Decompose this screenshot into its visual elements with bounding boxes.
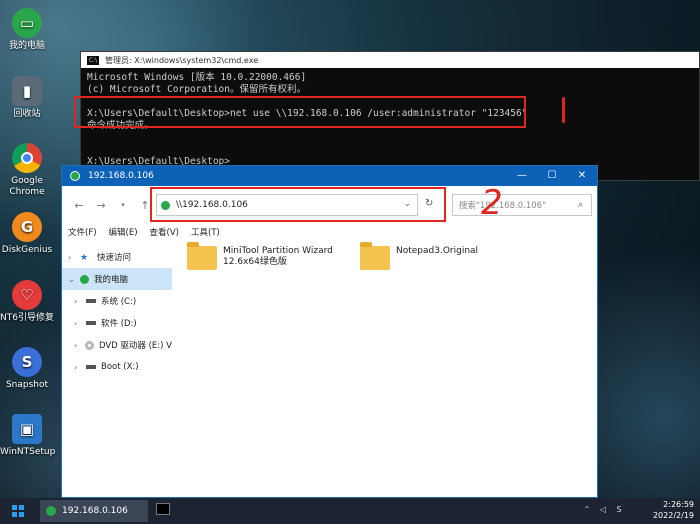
desktop-icon-winntsetup[interactable]: ▣ WinNTSetup (0, 414, 55, 458)
chevron-right-icon[interactable]: › (74, 319, 86, 328)
menu-view[interactable]: 查看(V) (150, 226, 179, 238)
search-icon: ⌕ (577, 200, 583, 210)
annotation-box-address (150, 187, 446, 222)
taskbar: 192.168.0.106 ⌃ ◁ S 2:26:59 2022/2/19 (0, 498, 700, 524)
explorer-title-bar[interactable]: 192.168.0.106 — ☐ ✕ (62, 166, 597, 186)
taskbar-item-explorer[interactable]: 192.168.0.106 (40, 500, 148, 522)
drive-icon (86, 321, 96, 325)
volume-icon[interactable]: ◁ (598, 505, 608, 515)
annotation-mark-1 (562, 97, 565, 123)
navigation-pane: › ★ 快速访问 ⌄ 我的电脑 › 系统 (C:) › 软件 (D:) › DV… (62, 246, 172, 497)
chevron-right-icon[interactable]: › (68, 253, 80, 262)
clock-date: 2022/2/19 (652, 511, 694, 520)
dvd-icon (85, 340, 94, 350)
sidebar-item-boot-x[interactable]: › Boot (X:) (62, 356, 172, 378)
winntsetup-icon: ▣ (12, 414, 42, 444)
chevron-up-icon[interactable]: ⌃ (582, 505, 592, 515)
maximize-button[interactable]: ☐ (537, 166, 567, 186)
cmd-title-bar[interactable]: C:\ 管理员: X:\windows\system32\cmd.exe (81, 52, 699, 68)
chevron-right-icon[interactable]: › (74, 341, 85, 350)
folder-name: MiniTool Partition Wizard (223, 246, 333, 256)
computer-icon (80, 274, 89, 284)
menu-edit[interactable]: 编辑(E) (109, 226, 138, 238)
menu-file[interactable]: 文件(F) (68, 226, 97, 238)
sidebar-item-dvd-e[interactable]: › DVD 驱动器 (E:) V (62, 334, 172, 356)
close-button[interactable]: ✕ (567, 166, 597, 186)
desktop-icon-snapshot[interactable]: S Snapshot (0, 347, 54, 391)
explorer-title: 192.168.0.106 (88, 171, 154, 181)
drive-icon (86, 365, 96, 369)
folder-icon (360, 242, 390, 270)
cmd-line: (c) Microsoft Corporation。保留所有权利。 (87, 84, 306, 95)
menu-bar: 文件(F) 编辑(E) 查看(V) 工具(T) (62, 224, 597, 240)
search-input[interactable]: 搜索"192.168.0.106" ⌕ (452, 194, 592, 216)
computer-icon: ▭ (12, 8, 42, 38)
diskgenius-icon: G (12, 212, 42, 242)
desktop-icon-recycle-bin[interactable]: ▮ 回收站 (0, 76, 54, 120)
folder-icon (187, 242, 217, 270)
clock[interactable]: 2:26:59 2022/2/19 (653, 499, 694, 521)
sidebar-item-drive-c[interactable]: › 系统 (C:) (62, 290, 172, 312)
recent-locations-button[interactable]: ▾ (112, 201, 134, 209)
boot-repair-icon: ♡ (12, 280, 42, 310)
sidebar-item-drive-d[interactable]: › 软件 (D:) (62, 312, 172, 334)
file-list: MiniTool Partition Wizard 12.6x64绿色版 Not… (182, 242, 592, 306)
chevron-right-icon[interactable]: › (74, 363, 86, 372)
cmd-line: Microsoft Windows [版本 10.0.22000.466] (87, 72, 307, 83)
desktop-icon-nt6-boot-repair[interactable]: ♡ NT6引导修复 (0, 280, 54, 324)
network-location-icon (70, 171, 80, 181)
desktop-icon-my-computer[interactable]: ▭ 我的电脑 (0, 8, 54, 52)
folder-item-minitool[interactable]: MiniTool Partition Wizard 12.6x64绿色版 (187, 242, 333, 270)
chrome-icon (12, 143, 42, 173)
sidebar-item-my-computer[interactable]: ⌄ 我的电脑 (62, 268, 172, 290)
sidebar-item-quick-access[interactable]: › ★ 快速访问 (62, 246, 172, 268)
clock-time: 2:26:59 (663, 500, 694, 509)
ime-icon[interactable]: S (614, 505, 624, 515)
cmd-title: 管理员: X:\windows\system32\cmd.exe (105, 55, 259, 65)
snapshot-icon: S (12, 347, 42, 377)
folder-item-notepad3[interactable]: Notepad3.Original (360, 242, 479, 270)
chevron-right-icon[interactable]: › (74, 297, 86, 306)
desktop-icon-diskgenius[interactable]: G DiskGenius (0, 212, 54, 256)
taskbar-item-cmd[interactable] (156, 503, 170, 515)
desktop-icon-chrome[interactable]: Google Chrome (0, 143, 54, 198)
annotation-mark-2: 2 (481, 183, 503, 223)
cmd-line (87, 132, 693, 144)
cmd-line (87, 144, 693, 156)
cmd-icon: C:\ (87, 55, 99, 65)
folder-subtitle: 12.6x64绿色版 (223, 257, 287, 267)
chevron-down-icon[interactable]: ⌄ (68, 275, 80, 284)
annotation-box-command (74, 96, 526, 128)
recycle-bin-icon: ▮ (12, 76, 42, 106)
folder-name: Notepad3.Original (396, 246, 479, 256)
drive-icon (86, 299, 96, 303)
start-button[interactable] (12, 505, 24, 517)
forward-button[interactable]: → (90, 199, 112, 212)
network-location-icon (46, 506, 56, 516)
menu-tools[interactable]: 工具(T) (191, 226, 220, 238)
minimize-button[interactable]: — (507, 166, 537, 186)
star-icon: ★ (80, 253, 89, 263)
back-button[interactable]: ← (68, 199, 90, 212)
